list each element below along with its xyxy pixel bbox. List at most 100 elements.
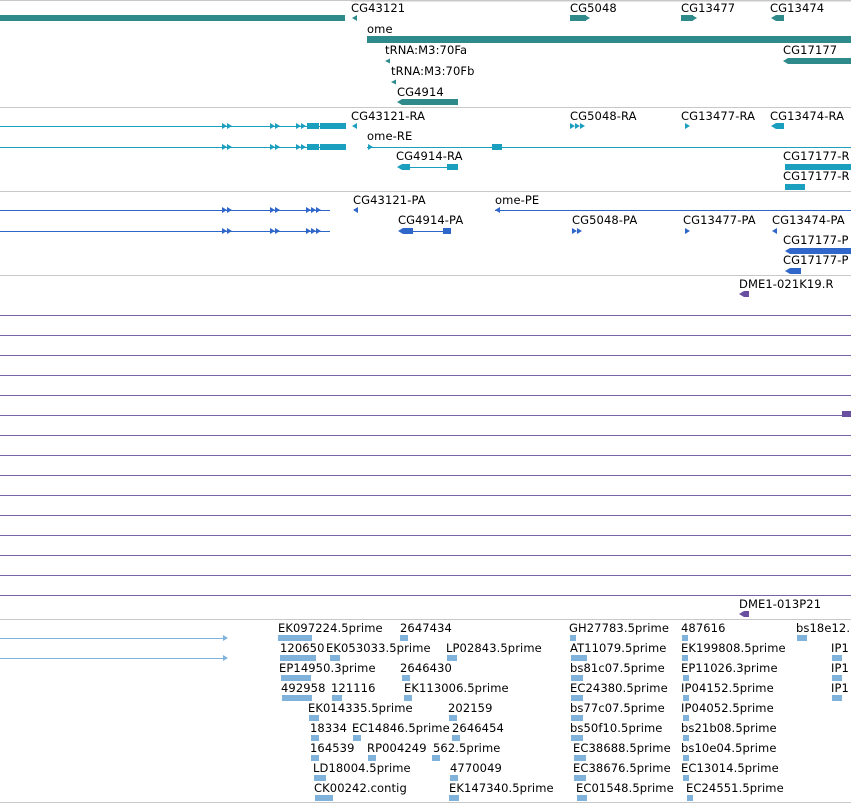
protein-label[interactable]: CG5048-PA xyxy=(572,214,637,227)
exon-chevron[interactable] xyxy=(311,207,316,213)
transcript-label[interactable]: CG13474-RA xyxy=(770,110,844,123)
exon-chevron[interactable] xyxy=(296,144,301,150)
exon-chevron[interactable] xyxy=(270,123,275,129)
strand-arrow[interactable] xyxy=(771,15,776,21)
est-label[interactable]: LD18004.5prime xyxy=(313,762,411,775)
exon-chevron[interactable] xyxy=(275,123,280,129)
est-label[interactable]: EC24380.5prime xyxy=(570,682,668,695)
exon-chevron[interactable] xyxy=(306,207,311,213)
gene-label[interactable]: CG43121 xyxy=(351,2,405,15)
strand-arrow[interactable] xyxy=(685,123,690,129)
est-label[interactable]: bs10e04.5prime xyxy=(681,742,777,755)
exon-chevron[interactable] xyxy=(275,144,280,150)
exon-block[interactable] xyxy=(320,123,346,129)
strand-arrow[interactable] xyxy=(391,79,396,85)
est-label[interactable]: 2646430 xyxy=(400,662,452,675)
exon-chevron[interactable] xyxy=(575,123,580,129)
est-label[interactable]: EK097224.5prime xyxy=(278,622,383,635)
exon-block[interactable] xyxy=(307,144,319,150)
est-bar[interactable] xyxy=(832,695,842,701)
exon-chevron[interactable] xyxy=(301,123,306,129)
est-label[interactable]: EC13014.5prime xyxy=(681,762,779,775)
clone-arrow[interactable] xyxy=(739,611,744,617)
gene-bar[interactable] xyxy=(570,15,586,21)
gene-bar[interactable] xyxy=(776,15,784,21)
est-label[interactable]: bs81c07.5prime xyxy=(570,662,665,675)
est-bar[interactable] xyxy=(449,795,459,801)
gene-bar[interactable] xyxy=(402,99,458,105)
protein-label[interactable]: CG17177-P xyxy=(783,234,849,247)
exon-chevron[interactable] xyxy=(222,123,227,129)
gene-label[interactable]: tRNA:M3:70Fa xyxy=(385,44,467,57)
gene-label[interactable]: CG13477 xyxy=(681,2,735,15)
strand-arrow[interactable] xyxy=(785,268,790,274)
exon-chevron[interactable] xyxy=(580,123,585,129)
transcript-label[interactable]: ome-RE xyxy=(367,130,412,143)
est-label[interactable]: 164539 xyxy=(310,742,355,755)
est-label[interactable]: IP1 xyxy=(831,682,849,695)
transcript-label[interactable]: CG4914-RA xyxy=(396,150,463,163)
est-label[interactable]: EK199808.5prime xyxy=(681,642,786,655)
clone-bar[interactable] xyxy=(744,611,749,617)
est-bar[interactable] xyxy=(315,795,333,801)
est-label[interactable]: 202159 xyxy=(448,702,493,715)
est-label[interactable]: bs77c07.5prime xyxy=(570,702,665,715)
est-label[interactable]: 120650 xyxy=(280,642,325,655)
est-label[interactable]: 121116 xyxy=(331,682,376,695)
est-label[interactable]: EP11026.3prime xyxy=(681,662,778,675)
est-label[interactable]: bs18e12. xyxy=(796,622,850,635)
exon-chevron[interactable] xyxy=(227,207,232,213)
est-label[interactable]: 2646454 xyxy=(452,722,504,735)
gene-bar[interactable] xyxy=(681,15,693,21)
strand-arrow[interactable] xyxy=(398,228,403,234)
transcript-label[interactable]: CG17177-R xyxy=(783,170,850,183)
exon-chevron[interactable] xyxy=(301,144,306,150)
strand-arrow[interactable] xyxy=(397,99,402,105)
exon-block[interactable] xyxy=(790,268,801,274)
est-label[interactable]: AT11079.5prime xyxy=(570,642,666,655)
exon-chevron[interactable] xyxy=(316,228,321,234)
exon-block[interactable] xyxy=(307,123,319,129)
est-label[interactable]: 18334 xyxy=(310,722,347,735)
strand-arrow[interactable] xyxy=(368,144,373,150)
strand-arrow[interactable] xyxy=(772,228,777,234)
exon-chevron[interactable] xyxy=(570,123,575,129)
est-label[interactable]: LP02843.5prime xyxy=(446,642,542,655)
exon-chevron[interactable] xyxy=(270,228,275,234)
est-label[interactable]: EC38688.5prime xyxy=(573,742,671,755)
strand-arrow[interactable] xyxy=(783,58,788,64)
protein-label[interactable]: CG43121-PA xyxy=(353,194,426,207)
exon-block[interactable] xyxy=(785,184,805,190)
clone-bar[interactable] xyxy=(744,291,749,297)
est-label[interactable]: GH27783.5prime xyxy=(569,622,669,635)
est-label[interactable]: bs50f10.5prime xyxy=(570,722,662,735)
gene-label[interactable]: CG13474 xyxy=(770,2,824,15)
strand-arrow[interactable] xyxy=(352,123,357,129)
est-label[interactable]: RP004249 xyxy=(367,742,427,755)
est-label[interactable]: IP1 xyxy=(831,662,849,675)
est-label[interactable]: IP04052.5prime xyxy=(681,702,774,715)
est-label[interactable]: EP14950.3prime xyxy=(279,662,376,675)
clone-label[interactable]: DME1-013P21 xyxy=(739,598,821,611)
genome-browser-canvas[interactable]: CG43121 CG5048 CG13477 CG13474 ome CG171… xyxy=(0,0,851,804)
est-arrow[interactable] xyxy=(223,655,228,661)
protein-label[interactable]: CG17177-P xyxy=(783,254,849,267)
exon-chevron[interactable] xyxy=(275,228,280,234)
exon-chevron[interactable] xyxy=(227,123,232,129)
est-label[interactable]: CK00242.contig xyxy=(314,782,407,795)
exon-block[interactable] xyxy=(443,228,451,234)
strand-arrow[interactable] xyxy=(585,15,590,21)
gene-label[interactable]: tRNA:M3:70Fb xyxy=(391,65,475,78)
gene-bar[interactable] xyxy=(788,58,851,64)
gene-label[interactable]: CG17177 xyxy=(783,44,837,57)
exon-block[interactable] xyxy=(447,164,458,170)
exon-block[interactable] xyxy=(320,144,346,150)
exon-block[interactable] xyxy=(776,123,784,129)
est-label[interactable]: 4770049 xyxy=(450,762,502,775)
est-label[interactable]: 487616 xyxy=(681,622,726,635)
gene-arrow[interactable] xyxy=(352,15,357,21)
exon-chevron[interactable] xyxy=(270,207,275,213)
clone-bar[interactable] xyxy=(842,411,851,417)
exon-chevron[interactable] xyxy=(222,228,227,234)
est-label[interactable]: 562.5prime xyxy=(433,742,500,755)
